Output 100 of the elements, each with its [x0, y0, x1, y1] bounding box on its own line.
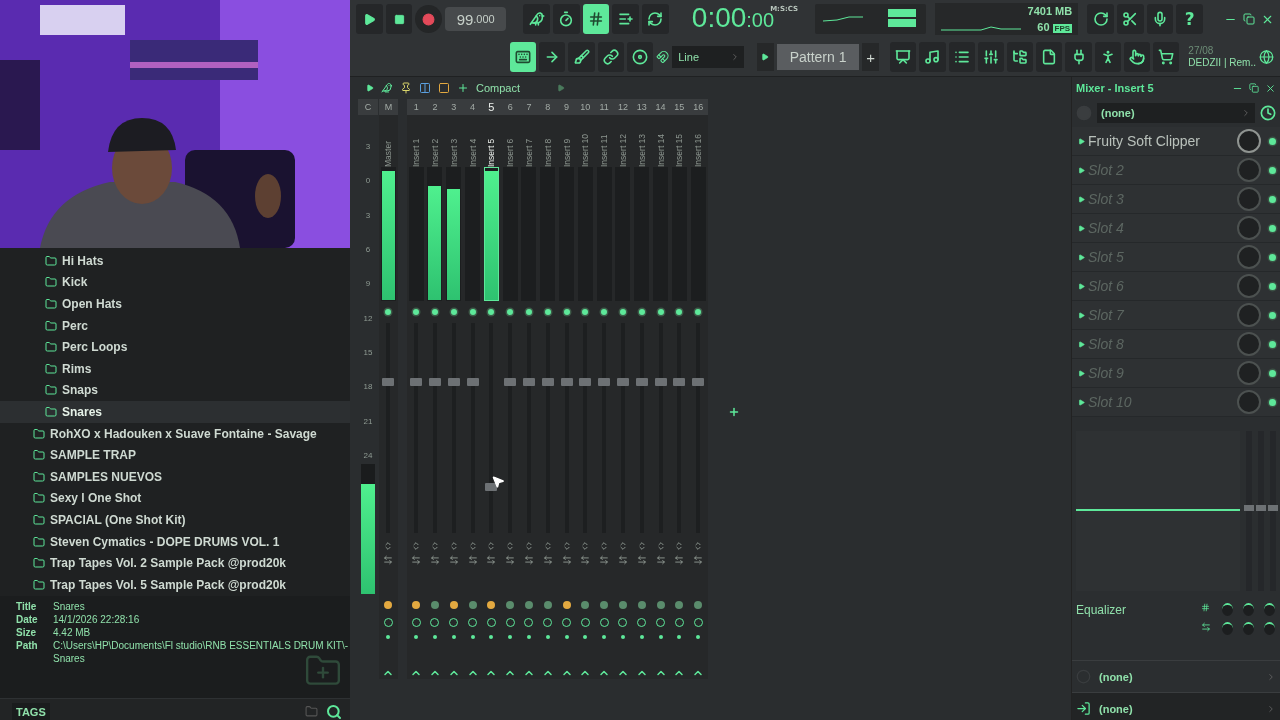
square-icon[interactable]	[438, 82, 450, 94]
fader-handle[interactable]	[429, 377, 441, 386]
slot-led[interactable]	[1269, 253, 1276, 261]
led-icon[interactable]	[488, 309, 495, 315]
send-knob[interactable]	[600, 601, 609, 609]
eq-knob[interactable]	[1222, 622, 1233, 635]
link-button[interactable]	[597, 42, 624, 72]
stereo-icon[interactable]	[542, 541, 553, 551]
caret-icon[interactable]	[1078, 253, 1085, 261]
presentation-button[interactable]	[890, 42, 917, 72]
browser-folder[interactable]: Trap Tapes Vol. 5 Sample Pack @prod20k	[0, 573, 350, 596]
led-icon[interactable]	[544, 309, 551, 315]
dot-icon[interactable]	[677, 635, 682, 639]
stereo-icon[interactable]	[467, 541, 478, 551]
fader-handle[interactable]	[410, 377, 423, 386]
caret-icon[interactable]	[1078, 137, 1085, 145]
preset-dropdown[interactable]: (none)	[1097, 103, 1255, 123]
browser-folder[interactable]: Kick	[0, 271, 350, 294]
send-knob[interactable]	[449, 601, 458, 609]
led-icon[interactable]	[563, 309, 570, 315]
arrows-icon[interactable]	[523, 555, 534, 565]
stereo-icon[interactable]	[655, 541, 666, 551]
bird-button[interactable]	[523, 4, 550, 34]
slot-led[interactable]	[1269, 166, 1276, 174]
mix-knob[interactable]	[1237, 129, 1261, 153]
led-icon[interactable]	[450, 309, 457, 315]
eq-knob[interactable]	[1222, 603, 1233, 616]
fader-handle[interactable]	[579, 377, 592, 386]
fader-handle[interactable]	[522, 377, 535, 386]
dot-icon[interactable]	[526, 635, 531, 639]
globe-icon[interactable]	[1258, 49, 1274, 65]
led-icon[interactable]	[582, 309, 589, 315]
dot-icon[interactable]	[620, 635, 625, 639]
mixer-track[interactable]: 9 Insert 9	[557, 99, 576, 679]
file-button[interactable]	[1036, 42, 1063, 72]
arrows-icon[interactable]	[430, 555, 440, 565]
send-knob[interactable]	[524, 601, 533, 609]
mini-fader[interactable]	[1258, 431, 1264, 591]
mixer-track[interactable]: 13 Insert 13	[632, 99, 652, 679]
arrow-right-button[interactable]	[539, 42, 566, 72]
pattern-arrow-button[interactable]	[757, 43, 774, 71]
send-knob[interactable]	[543, 601, 552, 609]
mixer-track[interactable]: 8 Insert 8	[538, 99, 558, 679]
dot-icon[interactable]	[489, 635, 494, 639]
mini-fader[interactable]	[1246, 431, 1252, 591]
pattern-selector[interactable]: Pattern 1	[776, 44, 860, 70]
caret-icon[interactable]	[1078, 282, 1085, 290]
stereo-icon[interactable]	[674, 541, 685, 551]
led-icon[interactable]	[619, 309, 626, 315]
dot-icon[interactable]	[658, 635, 663, 639]
browser-folder[interactable]: SAMPLES NUEVOS	[0, 465, 350, 488]
magnet-icon[interactable]	[656, 50, 670, 64]
browser-folder[interactable]: Perc	[0, 314, 350, 337]
restore-icon[interactable]	[1243, 12, 1256, 25]
columns-icon[interactable]	[419, 82, 431, 94]
view-mode-label[interactable]: Compact	[476, 82, 521, 94]
dot-icon[interactable]	[414, 635, 419, 639]
send-knob[interactable]	[431, 601, 439, 609]
folder-tree-button[interactable]	[1007, 42, 1034, 72]
caret-icon[interactable]	[1078, 340, 1085, 348]
list-button[interactable]	[948, 42, 975, 72]
arrows-icon[interactable]	[505, 555, 516, 565]
mixer-track[interactable]: 14 Insert 14	[651, 99, 670, 679]
stereo-icon[interactable]	[580, 541, 591, 551]
stereo-icon[interactable]	[599, 541, 610, 551]
pin-icon[interactable]	[400, 82, 412, 94]
stereo-icon[interactable]	[411, 541, 422, 551]
browser-folder[interactable]: Open Hats	[0, 293, 350, 315]
caret-icon[interactable]	[1078, 311, 1085, 319]
disc-button[interactable]	[626, 42, 654, 72]
fader-handle[interactable]	[382, 377, 395, 386]
stereo-icon[interactable]	[636, 541, 647, 551]
close-icon[interactable]	[1265, 82, 1276, 94]
help-button[interactable]: ?	[1176, 4, 1204, 34]
microphone-button[interactable]	[1146, 4, 1174, 34]
user-label[interactable]: DEDZII | Rem..	[1188, 57, 1256, 69]
pointer-button[interactable]	[1123, 42, 1151, 72]
slot-led[interactable]	[1269, 224, 1276, 232]
dot-icon[interactable]	[470, 635, 475, 639]
refresh-button[interactable]	[642, 4, 669, 34]
eq-knob[interactable]	[1264, 603, 1275, 616]
arrows-icon[interactable]	[617, 555, 628, 565]
send-knob[interactable]	[562, 601, 571, 609]
slot-led[interactable]	[1269, 398, 1276, 406]
fader-handle[interactable]	[447, 377, 460, 386]
dot-icon[interactable]	[433, 635, 437, 639]
led-icon[interactable]	[657, 309, 664, 315]
caret-icon[interactable]	[1078, 166, 1085, 174]
music-button[interactable]	[919, 42, 946, 72]
mixer-track[interactable]: 4 Insert 4	[463, 99, 482, 679]
arrows-icon[interactable]	[411, 555, 422, 565]
browser-folder[interactable]: Snares	[0, 401, 350, 423]
stereo-icon[interactable]	[617, 541, 628, 551]
stop-button[interactable]	[385, 4, 413, 34]
fader-handle[interactable]	[598, 377, 611, 386]
play-button[interactable]	[356, 4, 383, 34]
led-icon[interactable]	[695, 309, 702, 315]
caret-icon[interactable]	[1078, 398, 1085, 406]
browser-folder[interactable]: Steven Cymatics - DOPE DRUMS VOL. 1	[0, 530, 350, 553]
rotate-button[interactable]	[1087, 4, 1114, 34]
